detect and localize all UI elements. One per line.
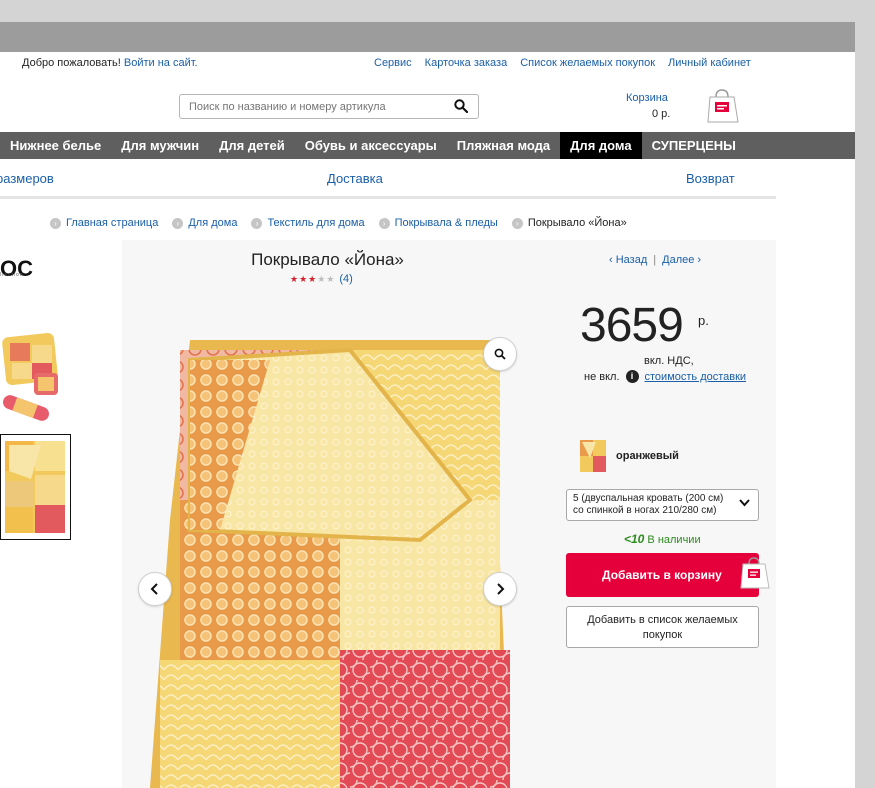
price-currency: р. [698,313,709,328]
color-name: оранжевый [616,450,679,462]
size-value-line1: 5 (двуспальная кровать (200 см) [573,493,724,504]
stock-count: <10 [624,532,645,546]
top-bar: Добро пожаловать! Войти на сайт. Сервис … [0,52,855,76]
cart-summary[interactable]: Корзина 0 р. [626,92,670,120]
review-count[interactable]: (4) [339,273,352,285]
cart-label[interactable]: Корзина [626,92,668,104]
breadcrumb-item-home[interactable]: › Главная страница [50,217,158,229]
thumbnail-pillows[interactable] [0,331,66,431]
sizes-link[interactable]: размеров [0,171,54,186]
brand-tagline: llection [0,272,24,278]
account-link[interactable]: Личный кабинет [668,57,751,69]
welcome-message: Добро пожаловать! Войти на сайт. [22,57,198,69]
chevron-right-icon: › [172,217,184,229]
chevron-right-icon: › [511,217,523,229]
search-icon[interactable] [454,99,470,115]
chevron-down-icon [739,499,750,511]
back-label[interactable]: Назад [616,254,648,266]
breadcrumb-item-home-goods[interactable]: › Для дома [172,217,237,229]
order-card-link[interactable]: Карточка заказа [425,57,508,69]
page: Добро пожаловать! Войти на сайт. Сервис … [0,22,855,788]
login-link[interactable]: Войти на сайт. [124,57,198,69]
search-box [179,94,479,119]
star-icon: ★ [299,273,309,284]
shipping-note: не вкл. i стоимость доставки [584,370,746,383]
wishlist-link[interactable]: Список желаемых покупок [520,57,655,69]
add-to-wishlist-button[interactable]: Добавить в список желаемых покупок [566,606,759,648]
nav-separator: | [653,254,657,266]
chevron-right-icon: › [50,217,61,229]
info-icon[interactable]: i [625,370,639,383]
star-icon: ★ [308,273,318,284]
back-link[interactable]: ‹ Назад [609,254,647,266]
main-menu: Нижнее белье Для мужчин Для детей Обувь … [0,132,855,159]
shipping-cost-link[interactable]: стоимость доставки [645,371,747,383]
previous-image-button[interactable] [138,572,172,606]
breadcrumb-label[interactable]: Для дома [188,217,237,229]
size-value-line2: со спинкой в ногах 210/280 см) [573,505,717,516]
product-navigation: ‹ Назад | Далее › [609,254,701,266]
shopping-bag-icon[interactable] [706,88,740,129]
star-icon: ★ [326,273,336,284]
breadcrumb-label[interactable]: Главная страница [66,217,158,229]
chevron-right-icon: › [378,217,390,229]
zoom-button[interactable] [483,337,517,371]
returns-link[interactable]: Возврат [686,171,735,186]
breadcrumb-label[interactable]: Покрывала & пледы [395,217,498,229]
rating-stars: ★★★★★ [290,274,335,285]
add-to-cart-button[interactable]: Добавить в корзину [566,553,759,597]
menu-item-home[interactable]: Для дома [560,132,642,159]
product-area: OC llection Покрывало «Йона» ★★★★★ (4) ‹… [0,240,776,788]
breadcrumb-item-bedspreads[interactable]: › Покрывала & пледы [378,217,498,229]
product-image[interactable] [138,337,520,788]
cart-total: 0 р. [652,108,671,120]
size-select[interactable]: 5 (двуспальная кровать (200 см) со спинк… [566,489,759,521]
product-title: Покрывало «Йона» [251,250,404,269]
menu-item-superprices[interactable]: СУПЕРЦЕНЫ [642,132,746,159]
star-icon: ★ [317,273,327,284]
shipping-prefix: не вкл. [584,370,620,383]
welcome-text: Добро пожаловать! [22,57,121,69]
star-icon: ★ [290,273,300,284]
thumbnail-bedspread[interactable] [0,434,71,540]
next-link[interactable]: Далее › [662,254,701,266]
chevron-right-icon [497,583,505,595]
chevron-right-icon: › [697,254,702,266]
breadcrumb-item-textile[interactable]: › Текстиль для дома [251,217,365,229]
sub-navigation: размеров Доставка Возврат [0,159,776,199]
stock-text: В наличии [647,534,701,546]
menu-item-kids[interactable]: Для детей [209,132,295,159]
product-rating[interactable]: ★★★★★ (4) [290,273,353,285]
breadcrumb-label[interactable]: Текстиль для дома [267,217,364,229]
menu-item-men[interactable]: Для мужчин [111,132,209,159]
vat-note: вкл. НДС, [644,355,694,367]
thumbnail-column: OC llection [0,240,122,788]
next-label[interactable]: Далее [662,254,694,266]
shopping-bag-icon[interactable] [740,556,770,595]
stock-status: <10 В наличии [624,532,701,546]
breadcrumb: › Главная страница › Для дома › Текстиль дл… [50,217,627,229]
service-link[interactable]: Сервис [374,57,412,69]
add-to-cart-label[interactable]: Добавить в корзину [602,568,722,582]
top-links: Сервис Карточка заказа Список желаемых п… [374,57,751,69]
color-swatch[interactable] [580,440,606,472]
menu-item-shoes[interactable]: Обувь и аксессуары [295,132,447,159]
menu-item-beachwear[interactable]: Пляжная мода [447,132,560,159]
search-input[interactable] [180,95,440,118]
delivery-link[interactable]: Доставка [327,171,383,186]
next-image-button[interactable] [483,572,517,606]
brand-logo[interactable]: OC [0,256,33,282]
chevron-left-icon [150,583,158,595]
zoom-icon [494,348,506,360]
chevron-right-icon: › [251,217,263,229]
breadcrumb-label: Покрывало «Йона» [527,217,627,229]
breadcrumb-item-current: › Покрывало «Йона» [511,217,627,229]
menu-item-lingerie[interactable]: Нижнее белье [0,132,111,159]
chevron-left-icon: ‹ [609,254,613,266]
price-value: 3659 [580,299,684,352]
top-grey-bar [0,22,855,52]
